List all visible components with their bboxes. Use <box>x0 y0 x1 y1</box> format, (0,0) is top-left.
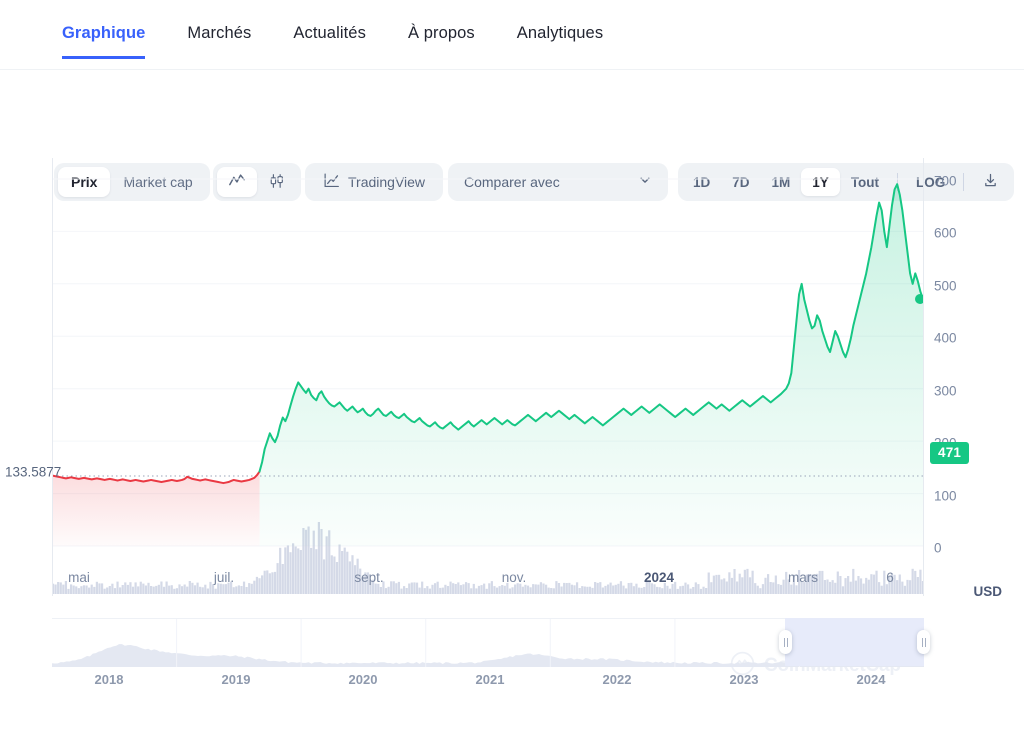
y-axis-labels: 7006005004003002001000 <box>934 158 1004 596</box>
coin-chart-page: Graphique Marchés Actualités À propos An… <box>0 0 1024 730</box>
x-axis-tick: nov. <box>501 570 527 585</box>
chart-svg <box>51 178 925 594</box>
y-axis-tick: 600 <box>934 225 957 241</box>
navigator-handle-left[interactable] <box>779 630 792 654</box>
y-axis-tick: 300 <box>934 383 957 399</box>
drag-handle-icon <box>921 637 923 647</box>
y-axis-tick: 500 <box>934 278 957 294</box>
y-axis-tick: 100 <box>934 488 957 504</box>
navigator-year-labels: 2018 2019 2020 2021 2022 2023 2024 <box>0 672 1024 692</box>
chart-toolbar: Prix Market cap TradingView Comparer ave… <box>0 70 1024 201</box>
reference-price-label: 133.5877 <box>5 464 62 480</box>
navigator-year-tick: 2024 <box>856 672 886 687</box>
x-axis-tick: mai <box>68 570 90 585</box>
tab-a-propos[interactable]: À propos <box>408 24 475 56</box>
x-axis-tick: 6 <box>886 570 894 585</box>
y-axis-tick: 0 <box>934 540 942 556</box>
x-axis-tick: mars <box>788 570 818 585</box>
navigator-year-tick: 2022 <box>602 672 632 687</box>
currency-label: USD <box>973 584 1002 599</box>
navigator-handle-right[interactable] <box>917 630 930 654</box>
tab-list: Graphique Marchés Actualités À propos An… <box>62 24 645 59</box>
drag-handle-icon <box>783 637 785 647</box>
chart-navigator[interactable] <box>52 618 930 667</box>
tab-marches[interactable]: Marchés <box>187 24 251 56</box>
current-price-badge: 471 <box>930 442 970 465</box>
tab-actualites[interactable]: Actualités <box>293 24 366 56</box>
chart-plot-area[interactable]: 133.5877 <box>5 158 925 596</box>
drag-handle-icon <box>924 637 926 647</box>
tab-analytiques[interactable]: Analytiques <box>517 24 603 56</box>
navigator-selection[interactable] <box>785 618 924 666</box>
tab-graphique[interactable]: Graphique <box>62 24 146 59</box>
y-axis-tick: 400 <box>934 330 957 346</box>
navigator-year-tick: 2019 <box>221 672 251 687</box>
drag-handle-icon <box>786 637 788 647</box>
navigator-year-tick: 2021 <box>475 672 505 687</box>
navigator-year-tick: 2023 <box>729 672 759 687</box>
x-axis-tick: sept. <box>354 570 384 585</box>
navigator-year-tick: 2020 <box>348 672 378 687</box>
x-axis-tick: 2024 <box>643 570 675 585</box>
navigator-year-tick: 2018 <box>94 672 124 687</box>
price-chart[interactable]: 133.5877 7006005004003002001000 471 Coin… <box>0 154 1024 676</box>
x-axis-labels: mai juil. sept. nov. 2024 mars 6 <box>0 570 1024 594</box>
x-axis-tick: juil. <box>213 570 235 585</box>
y-axis-tick: 700 <box>934 173 957 189</box>
tab-bar: Graphique Marchés Actualités À propos An… <box>0 0 1024 70</box>
